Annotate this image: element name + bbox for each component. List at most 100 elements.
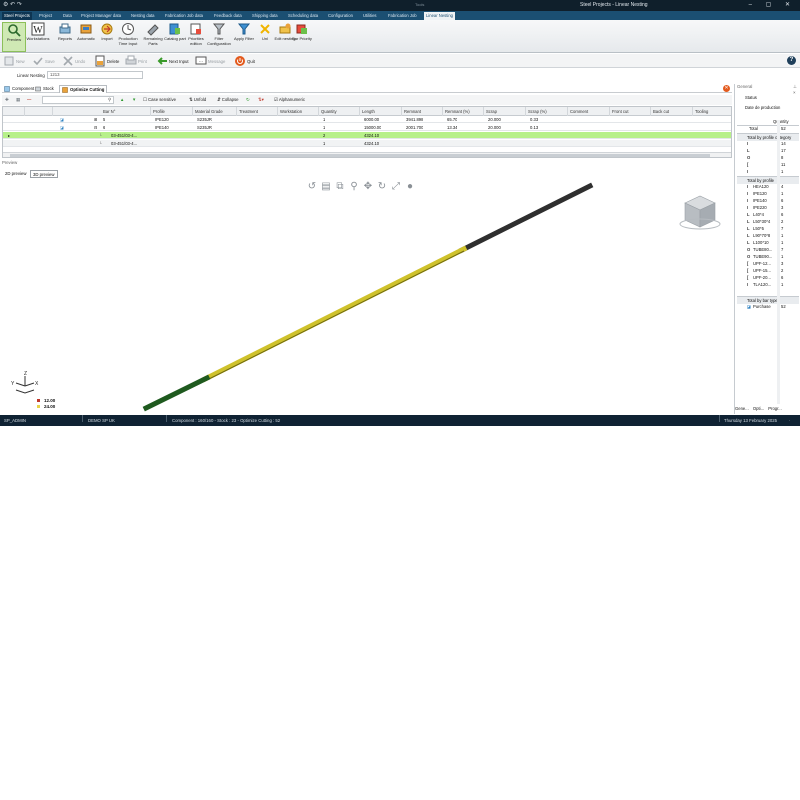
col-length[interactable]: Length [360, 107, 402, 116]
ribbon-tab-scheduling-data[interactable]: Scheduling data [286, 12, 320, 20]
tab-optimize-cutting-label: Optimize Cutting [70, 87, 105, 92]
render-mode-icon[interactable]: ● [404, 181, 416, 193]
cell-length: 4324.10 [364, 133, 380, 138]
print-button[interactable]: Print [125, 55, 147, 67]
tab-component-label: Component [12, 86, 35, 91]
remaining-parts-button[interactable]: Remaining Parts [141, 22, 165, 52]
undo-button[interactable]: Undo [62, 55, 85, 67]
quick-access-toolbar[interactable]: ⚙ ↶ ↷ [3, 1, 22, 8]
reset-view-icon[interactable]: ↺ [306, 181, 318, 193]
sort-order-icon[interactable]: ⇅▾ [258, 96, 264, 104]
col-workstation[interactable]: Workstation [278, 107, 319, 116]
tab-stock[interactable]: Stock [33, 85, 56, 93]
col-quantity[interactable]: Quantity [319, 107, 360, 116]
ribbon-tab-linear-nesting[interactable]: Linear Nesting [424, 12, 456, 20]
expand-row-icon[interactable]: ⊞ [92, 116, 98, 123]
col-back-cut[interactable]: Back cut [651, 107, 693, 116]
col-tooling[interactable]: Tooling [693, 107, 731, 116]
save-button[interactable]: Save [32, 55, 55, 67]
window-controls[interactable]: – ▢ ✕ [749, 1, 796, 8]
ribbon-tab-shipping-data[interactable]: Shipping data [250, 12, 280, 20]
move-up-icon[interactable]: ▲ [120, 96, 124, 104]
col-treatment[interactable]: Treatment [237, 107, 278, 116]
tab-progress[interactable]: Progr... [768, 406, 782, 411]
status-bar: SP_ADMIN DEMO SP UK Component : 160/160 … [0, 415, 800, 426]
zoom-window-icon[interactable]: ⧉ [334, 181, 346, 193]
ribbon-tab-fabrication-job[interactable]: Fabrication Job [386, 12, 419, 20]
legend-label-12: 12.00 [44, 398, 56, 403]
col-scrap[interactable]: Scrap [484, 107, 526, 116]
refresh-icon[interactable]: ↻ [246, 96, 250, 104]
ribbon-tab-project-manager-data[interactable]: Project Manager data [79, 12, 123, 20]
preview-button[interactable]: Preview [2, 22, 26, 52]
tab-3d-preview[interactable]: 3D preview [30, 170, 58, 178]
collapse-row-icon[interactable]: ⊟ [92, 124, 98, 131]
ribbon-tab-utilities[interactable]: Utilities [361, 12, 379, 20]
bar-priority-label: Bar Priority [292, 36, 312, 41]
filter-configuration-button[interactable]: Filter Configuration [207, 22, 231, 52]
remove-icon[interactable]: — [27, 96, 31, 104]
col-profile[interactable]: Profile [151, 107, 193, 116]
rotate-icon[interactable]: ↻ [376, 181, 388, 193]
ribbon-tab-configuration[interactable]: Configuration [326, 12, 355, 20]
col-comment[interactable]: Comment [568, 107, 610, 116]
col-front-cut[interactable]: Front cut [610, 107, 651, 116]
save-icon [33, 57, 43, 66]
new-button[interactable]: New [3, 55, 25, 67]
ribbon-tab-steel-projects[interactable]: Steel Projects [2, 12, 32, 20]
workstations-button[interactable]: W Workstations [26, 22, 50, 52]
col-material-grade[interactable]: Material Grade [193, 107, 237, 116]
tab-general[interactable]: Gene... [735, 406, 749, 411]
ribbon-tab-nesting-data[interactable]: Nesting data [129, 12, 157, 20]
message-button[interactable]: ... Message [195, 55, 225, 67]
collapse-button[interactable]: ⇵ Collapse [217, 96, 239, 104]
fullscreen-icon[interactable]: ⤢ [390, 181, 402, 193]
quit-button[interactable]: Quit [234, 55, 255, 67]
pan-icon[interactable]: ✥ [362, 181, 374, 193]
move-down-icon[interactable]: ▼ [132, 96, 136, 104]
col-bar-no[interactable]: Bar N° [101, 107, 151, 116]
ribbon-tab-project[interactable]: Project [37, 12, 54, 20]
col-remnant-pct[interactable]: Remnant (%) [443, 107, 484, 116]
import-icon [101, 23, 113, 35]
next-input-button[interactable]: Next Input [156, 55, 189, 67]
tab-optimize-cutting[interactable]: Optimize Cutting [59, 85, 108, 93]
case-sensitive-checkbox[interactable]: ☐ Case sensitive [143, 96, 176, 104]
linear-nesting-field[interactable]: 1213 [47, 71, 143, 79]
summary-bottom-tabs: Gene... Opti... Progr... Parti... [735, 404, 799, 421]
grid-search-input[interactable] [42, 96, 114, 104]
table-row-selected[interactable]: ▸ └ 03-451/03-4... 2 4324.10 [3, 132, 731, 139]
close-panel-button[interactable]: ✕ [723, 85, 730, 92]
col-scrap-pct[interactable]: Scrap (%) [526, 107, 568, 116]
help-button[interactable]: ? [787, 56, 796, 65]
ribbon-tab-fabrication-job-data[interactable]: Fabrication Job data [163, 12, 205, 20]
tab-component[interactable]: Component [2, 85, 36, 93]
sort-icon[interactable]: ▦ [16, 96, 20, 104]
search-icon[interactable]: ⚲ [108, 96, 111, 104]
ribbon-tab-data[interactable]: Data [61, 12, 74, 20]
expand-all-icon[interactable]: ✚ [5, 96, 9, 104]
summary-vertical-scrollbar[interactable] [777, 120, 780, 404]
tab-2d-preview[interactable]: 2D preview [3, 170, 29, 178]
priorities-edition-button[interactable]: Priorities edition [184, 22, 208, 52]
production-time-input-button[interactable]: Production Time Input [116, 22, 140, 52]
view-cube[interactable] [679, 195, 721, 230]
ribbon-tab-feedback-data[interactable]: Feedback data [212, 12, 244, 20]
bar-priority-button[interactable]: Bar Priority [290, 22, 314, 52]
table-row[interactable]: ◪ ⊞ 5 IPE120 S235JR 1 6000.00 3941.898 6… [3, 116, 731, 123]
cell-material-grade: S235JR [197, 117, 212, 122]
unfold-button[interactable]: ⇅ Unfold [189, 96, 206, 104]
table-row[interactable]: └ 03-451/03-4... 1 4324.10 [3, 140, 731, 147]
col-remnant[interactable]: Remnant [402, 107, 443, 116]
tab-optimize[interactable]: Opti... [753, 406, 764, 411]
bar-segment-dark [458, 182, 594, 254]
grid-horizontal-scrollbar[interactable] [3, 152, 731, 157]
alphanumeric-checkbox[interactable]: ☑ Alphanumeric [274, 96, 305, 104]
zoom-icon[interactable]: ⚲ [348, 181, 360, 193]
nested-bar [142, 182, 594, 412]
fit-view-icon[interactable]: ▤ [320, 181, 332, 193]
3d-preview-viewport[interactable]: Z Y X 12.00 24.00 [2, 180, 732, 414]
delete-button[interactable]: Delete [94, 55, 119, 67]
table-row[interactable]: ◪ ⊟ 6 IPE140 S235JR 1 15000.00 2001.700 … [3, 124, 731, 131]
scrollbar-thumb[interactable] [10, 154, 710, 157]
